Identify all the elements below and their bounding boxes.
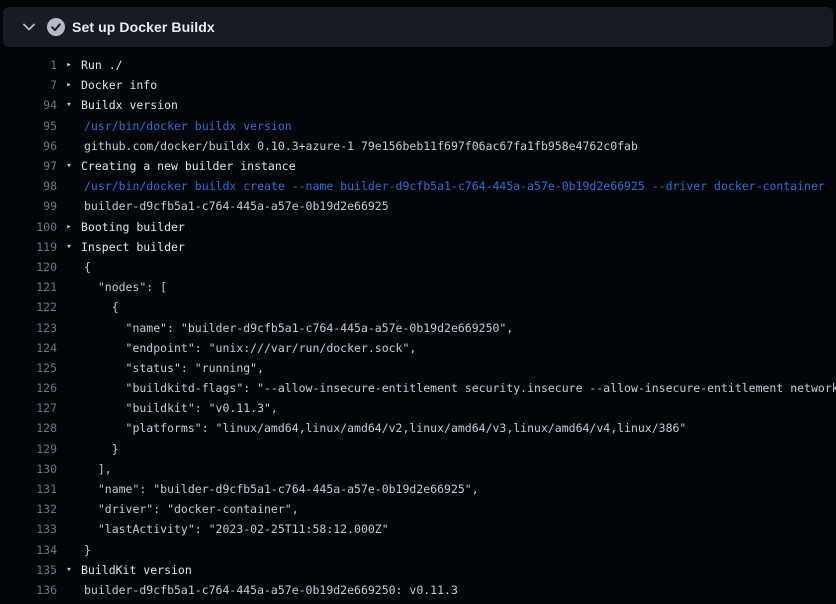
line-number[interactable]: 98: [0, 179, 57, 193]
line-number[interactable]: 100: [0, 220, 57, 234]
log-content: 1▸Run ./7▸Docker info94▾Buildx version95…: [0, 47, 836, 604]
line-number[interactable]: 1: [0, 58, 57, 72]
line-number[interactable]: 122: [0, 300, 57, 314]
log-line: 96 github.com/docker/buildx 0.10.3+azure-…: [0, 136, 836, 156]
line-number[interactable]: 126: [0, 381, 57, 395]
log-line: 128 "platforms": "linux/amd64,linux/amd6…: [0, 418, 836, 438]
line-number[interactable]: 7: [0, 78, 57, 92]
line-number[interactable]: 131: [0, 482, 57, 496]
log-line: 134}: [0, 540, 836, 560]
triangle-right-icon[interactable]: ▸: [57, 55, 81, 75]
log-text: /usr/bin/docker buildx create --name bui…: [81, 179, 825, 193]
log-group-line[interactable]: 1▸Run ./: [0, 55, 836, 75]
triangle-down-icon[interactable]: ▾: [57, 237, 81, 257]
chevron-down-icon[interactable]: [23, 23, 35, 31]
log-line: 131 "name": "builder-d9cfb5a1-c764-445a-…: [0, 479, 836, 499]
log-text: /usr/bin/docker buildx version: [81, 119, 292, 133]
log-text: "lastActivity": "2023-02-25T11:58:12.000…: [81, 522, 389, 536]
log-text: BuildKit version: [81, 563, 192, 577]
line-number[interactable]: 135: [0, 563, 57, 577]
line-number[interactable]: 96: [0, 139, 57, 153]
log-group-line[interactable]: 119▾Inspect builder: [0, 237, 836, 257]
line-number[interactable]: 129: [0, 442, 57, 456]
triangle-down-icon[interactable]: ▾: [57, 560, 81, 580]
line-number[interactable]: 127: [0, 401, 57, 415]
log-line: 98/usr/bin/docker buildx create --name b…: [0, 176, 836, 196]
log-text: Booting builder: [81, 220, 185, 234]
log-text: "status": "running",: [81, 361, 264, 375]
log-line: 133 "lastActivity": "2023-02-25T11:58:12…: [0, 519, 836, 539]
log-text: "platforms": "linux/amd64,linux/amd64/v2…: [81, 421, 686, 435]
line-number[interactable]: 125: [0, 361, 57, 375]
line-number[interactable]: 94: [0, 98, 57, 112]
log-text: {: [81, 300, 119, 314]
log-text: ],: [81, 462, 112, 476]
log-line: 125 "status": "running",: [0, 358, 836, 378]
log-text: {: [81, 260, 91, 274]
line-number[interactable]: 128: [0, 421, 57, 435]
log-group-line[interactable]: 94▾Buildx version: [0, 95, 836, 115]
log-text: "endpoint": "unix:///var/run/docker.sock…: [81, 341, 416, 355]
step-header[interactable]: Set up Docker Buildx: [3, 7, 833, 47]
log-line: 121 "nodes": [: [0, 277, 836, 297]
triangle-right-icon[interactable]: ▸: [57, 75, 81, 95]
triangle-down-icon[interactable]: ▾: [57, 156, 81, 176]
log-text: Run ./: [81, 58, 123, 72]
log-viewer-page: { "header": { "title": "Set up Docker Bu…: [0, 0, 836, 604]
log-text: Creating a new builder instance: [81, 159, 296, 173]
line-number[interactable]: 95: [0, 119, 57, 133]
log-group-line[interactable]: 100▸Booting builder: [0, 217, 836, 237]
log-text: }: [81, 442, 119, 456]
log-text: github.com/docker/buildx 0.10.3+azure-1 …: [81, 139, 638, 153]
log-text: Inspect builder: [81, 240, 185, 254]
log-text: "buildkit": "v0.11.3",: [81, 401, 278, 415]
log-text: Buildx version: [81, 98, 178, 112]
log-line: 136 builder-d9cfb5a1-c764-445a-a57e-0b19d…: [0, 580, 836, 600]
line-number[interactable]: 134: [0, 543, 57, 557]
line-number[interactable]: 119: [0, 240, 57, 254]
log-line: 126 "buildkitd-flags": "--allow-insecure…: [0, 378, 836, 398]
line-number[interactable]: 97: [0, 159, 57, 173]
log-line: 120 {: [0, 257, 836, 277]
log-text: builder-d9cfb5a1-c764-445a-a57e-0b19d2e6…: [81, 583, 458, 597]
line-number[interactable]: 99: [0, 199, 57, 213]
step-title: Set up Docker Buildx: [72, 19, 215, 35]
log-line: 99 builder-d9cfb5a1-c764-445a-a57e-0b19d2…: [0, 196, 836, 216]
line-number[interactable]: 123: [0, 321, 57, 335]
log-line: 95/usr/bin/docker buildx version: [0, 116, 836, 136]
triangle-down-icon[interactable]: ▾: [57, 95, 81, 115]
log-text: "name": "builder-d9cfb5a1-c764-445a-a57e…: [81, 321, 513, 335]
log-text: Docker info: [81, 78, 157, 92]
line-number[interactable]: 130: [0, 462, 57, 476]
log-line: 129 }: [0, 439, 836, 459]
line-number[interactable]: 136: [0, 583, 57, 597]
log-text: "nodes": [: [81, 280, 167, 294]
log-line: 124 "endpoint": "unix:///var/run/docker.…: [0, 338, 836, 358]
log-line: 132 "driver": "docker-container",: [0, 499, 836, 519]
log-group-line[interactable]: 7▸Docker info: [0, 75, 836, 95]
triangle-right-icon[interactable]: ▸: [57, 217, 81, 237]
log-group-line[interactable]: 97▾Creating a new builder instance: [0, 156, 836, 176]
line-number[interactable]: 121: [0, 280, 57, 294]
log-text: "driver": "docker-container",: [81, 502, 299, 516]
check-circle-icon: [47, 18, 65, 36]
line-number[interactable]: 132: [0, 502, 57, 516]
line-number[interactable]: 120: [0, 260, 57, 274]
log-line: 130 ],: [0, 459, 836, 479]
log-group-line[interactable]: 135▾BuildKit version: [0, 560, 836, 580]
line-number[interactable]: 133: [0, 522, 57, 536]
log-text: builder-d9cfb5a1-c764-445a-a57e-0b19d2e6…: [81, 199, 389, 213]
log-line: 123 "name": "builder-d9cfb5a1-c764-445a-…: [0, 317, 836, 337]
log-text: "buildkitd-flags": "--allow-insecure-ent…: [81, 381, 836, 395]
log-line: 122 {: [0, 297, 836, 317]
log-text: }: [81, 543, 91, 557]
log-text: "name": "builder-d9cfb5a1-c764-445a-a57e…: [81, 482, 479, 496]
log-line: 127 "buildkit": "v0.11.3",: [0, 398, 836, 418]
line-number[interactable]: 124: [0, 341, 57, 355]
